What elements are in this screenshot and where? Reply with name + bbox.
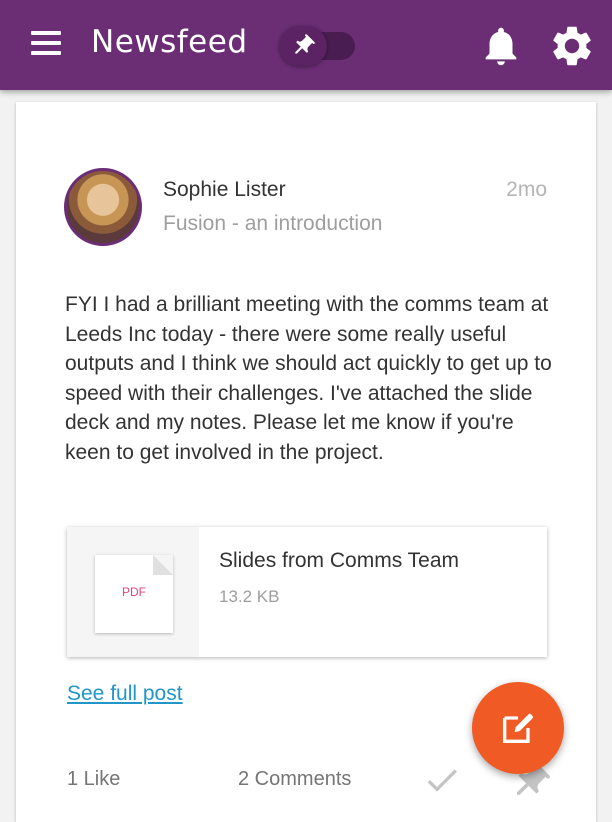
pin-filter-toggle[interactable]	[279, 26, 356, 66]
check-icon	[427, 769, 457, 792]
attachment-thumbnail: PDF	[67, 527, 199, 657]
bell-icon	[485, 27, 517, 66]
file-type-label: PDF	[122, 585, 146, 599]
edit-icon	[503, 713, 533, 743]
notifications-button[interactable]	[478, 22, 524, 70]
see-full-post-link[interactable]: See full post	[67, 682, 183, 706]
settings-button[interactable]	[548, 22, 596, 70]
page-title: Newsfeed	[91, 24, 248, 60]
compose-post-button[interactable]	[472, 682, 564, 774]
attachment-card[interactable]: PDF Slides from Comms Team 13.2 KB	[67, 527, 547, 657]
pdf-file-icon: PDF	[95, 555, 173, 633]
avatar[interactable]	[64, 168, 142, 246]
likes-count[interactable]: 1 Like	[67, 768, 120, 791]
pin-icon	[295, 34, 315, 54]
gear-icon	[553, 26, 591, 66]
toggle-knob	[279, 26, 327, 66]
post-body: FYI I had a brilliant meeting with the c…	[65, 293, 552, 464]
app-bar: Newsfeed	[0, 0, 612, 90]
post-timestamp: 2mo	[506, 178, 547, 201]
acknowledge-button[interactable]	[420, 760, 464, 800]
menu-icon[interactable]	[28, 28, 64, 58]
post-subject: Fusion - an introduction	[163, 212, 383, 235]
attachment-name: Slides from Comms Team	[219, 549, 460, 572]
attachment-size: 13.2 KB	[219, 587, 280, 606]
comments-count[interactable]: 2 Comments	[238, 768, 351, 791]
post-author[interactable]: Sophie Lister	[163, 178, 286, 202]
